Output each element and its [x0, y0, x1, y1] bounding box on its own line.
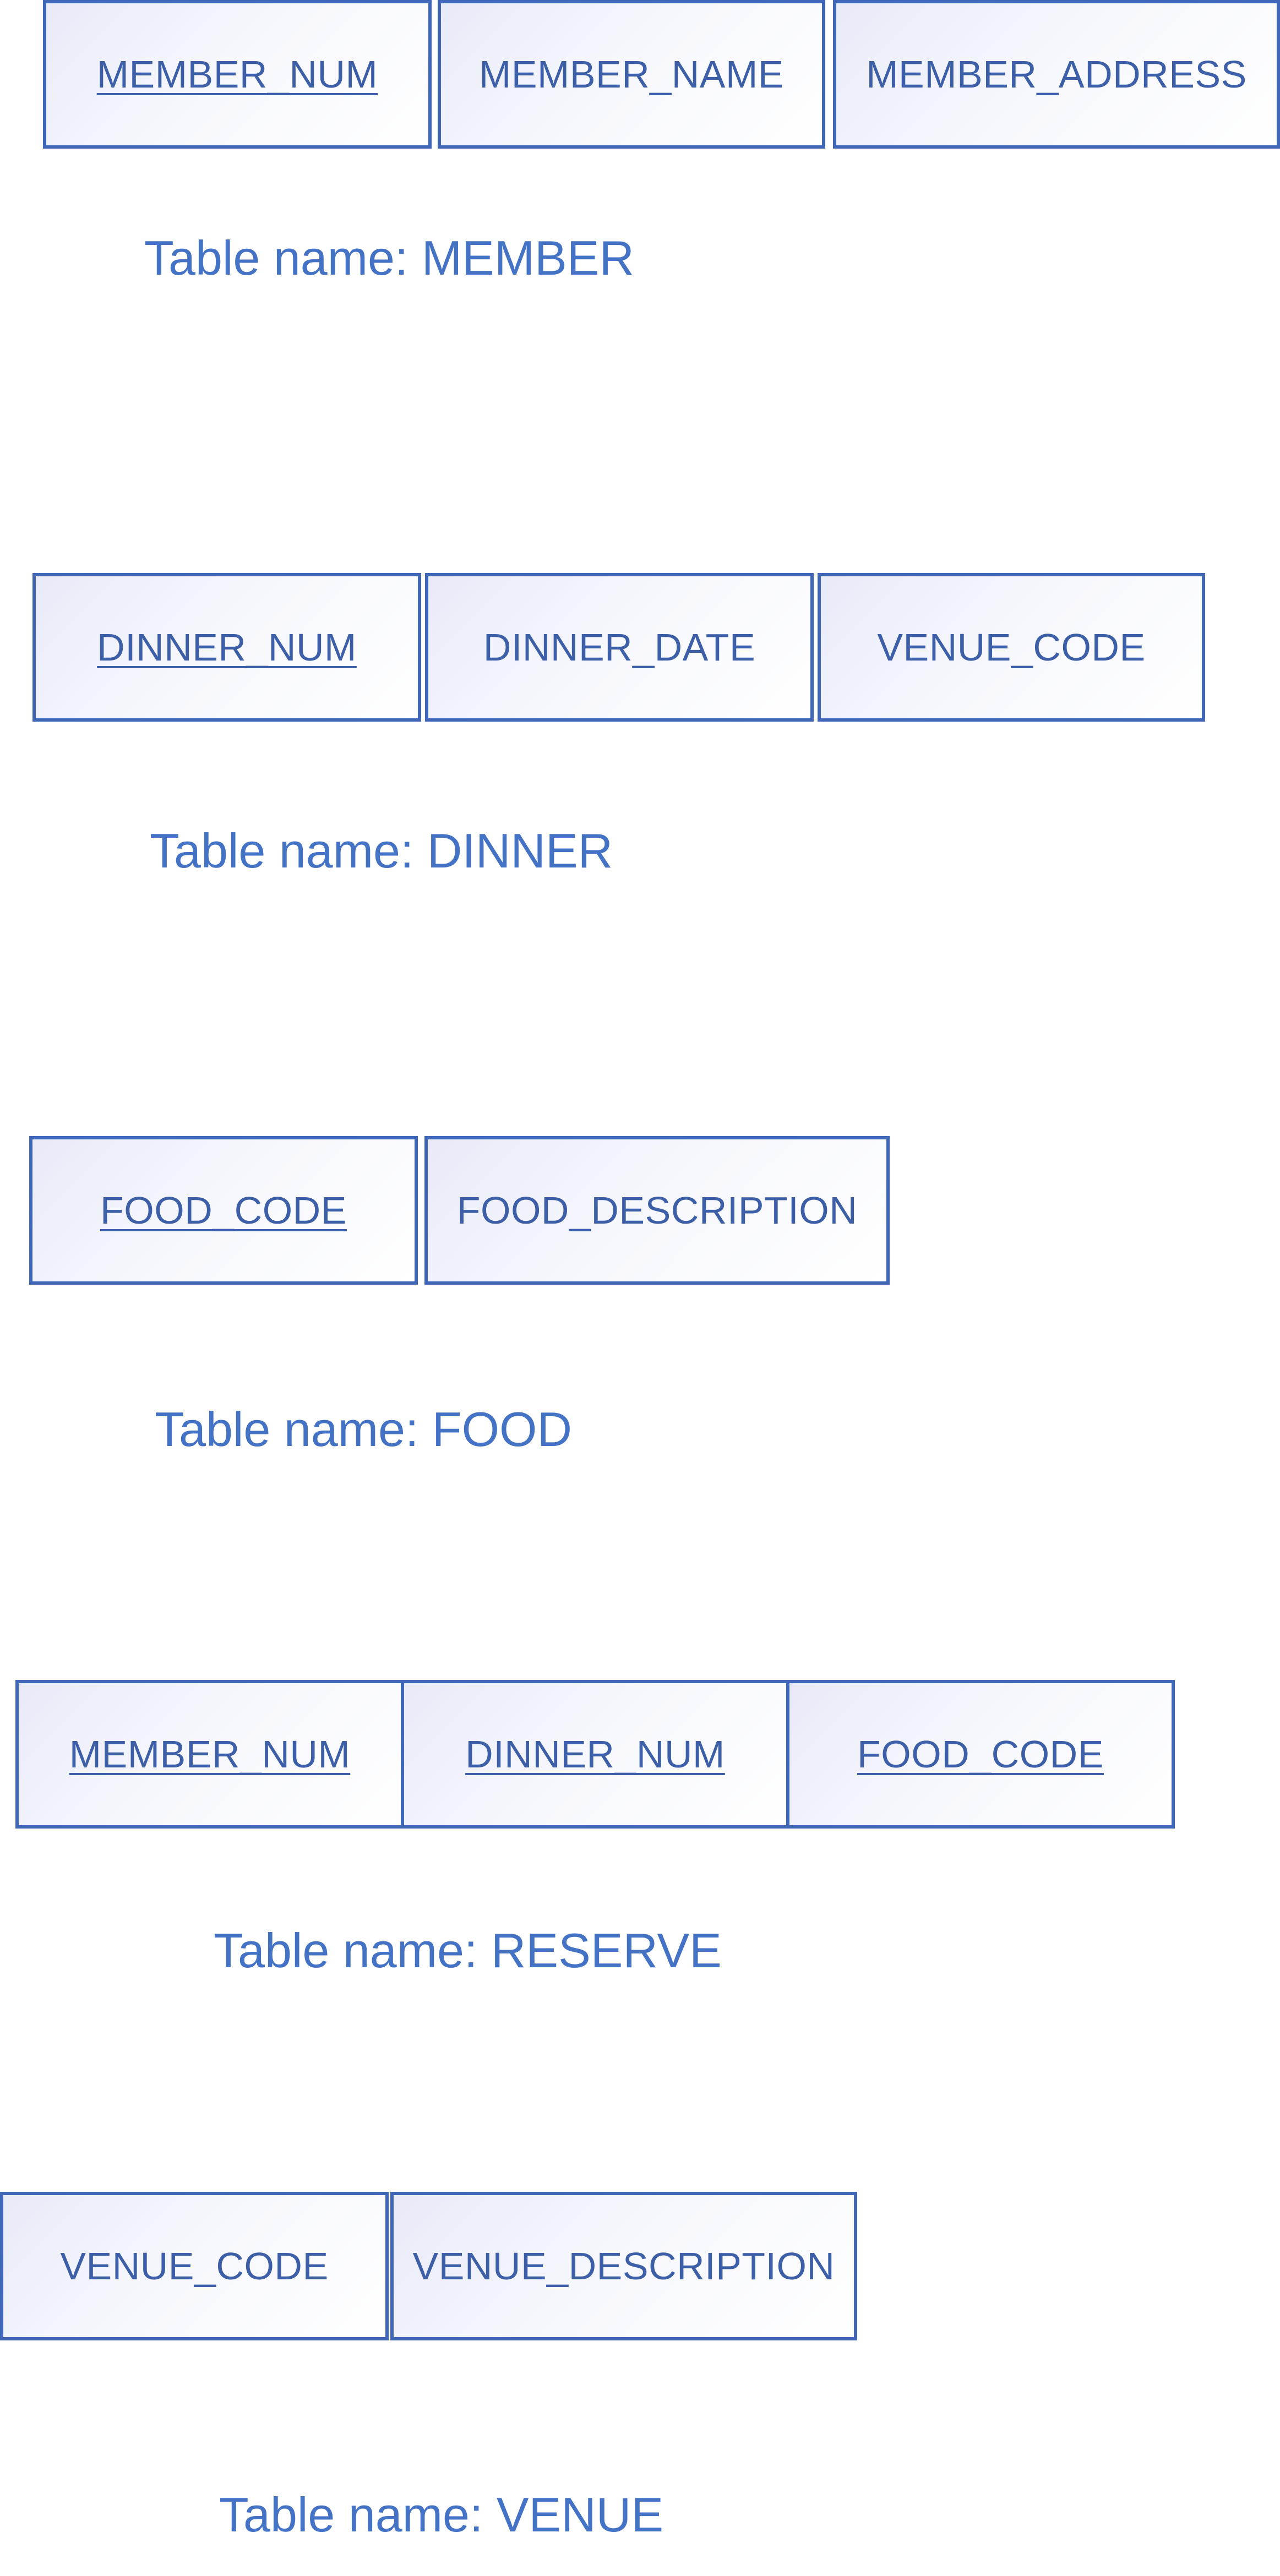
venue-field-venue-code: VENUE_CODE: [0, 2192, 389, 2340]
dinner-field-dinner-date: DINNER_DATE: [425, 573, 814, 722]
reserve-field-member-num: MEMBER_NUM: [15, 1680, 404, 1829]
venue-field-venue-description: VENUE_DESCRIPTION: [390, 2192, 857, 2340]
schema-diagram: MEMBER_NUM MEMBER_NAME MEMBER_ADDRESS Ta…: [0, 0, 1280, 2576]
dinner-field-dinner-num: DINNER_NUM: [32, 573, 421, 722]
dinner-table-caption: Table name: DINNER: [150, 823, 613, 878]
member-field-member-address: MEMBER_ADDRESS: [833, 0, 1280, 149]
reserve-field-food-code: FOOD_CODE: [786, 1680, 1175, 1829]
food-field-food-description: FOOD_DESCRIPTION: [424, 1136, 890, 1285]
venue-table-caption: Table name: VENUE: [219, 2487, 664, 2542]
food-field-food-code: FOOD_CODE: [29, 1136, 418, 1285]
member-field-member-num: MEMBER_NUM: [43, 0, 432, 149]
dinner-field-venue-code: VENUE_CODE: [818, 573, 1205, 722]
reserve-table-caption: Table name: RESERVE: [214, 1923, 722, 1978]
reserve-field-dinner-num: DINNER_NUM: [401, 1680, 789, 1829]
member-table-caption: Table name: MEMBER: [144, 231, 635, 285]
member-field-member-name: MEMBER_NAME: [438, 0, 825, 149]
food-table-caption: Table name: FOOD: [155, 1402, 573, 1456]
